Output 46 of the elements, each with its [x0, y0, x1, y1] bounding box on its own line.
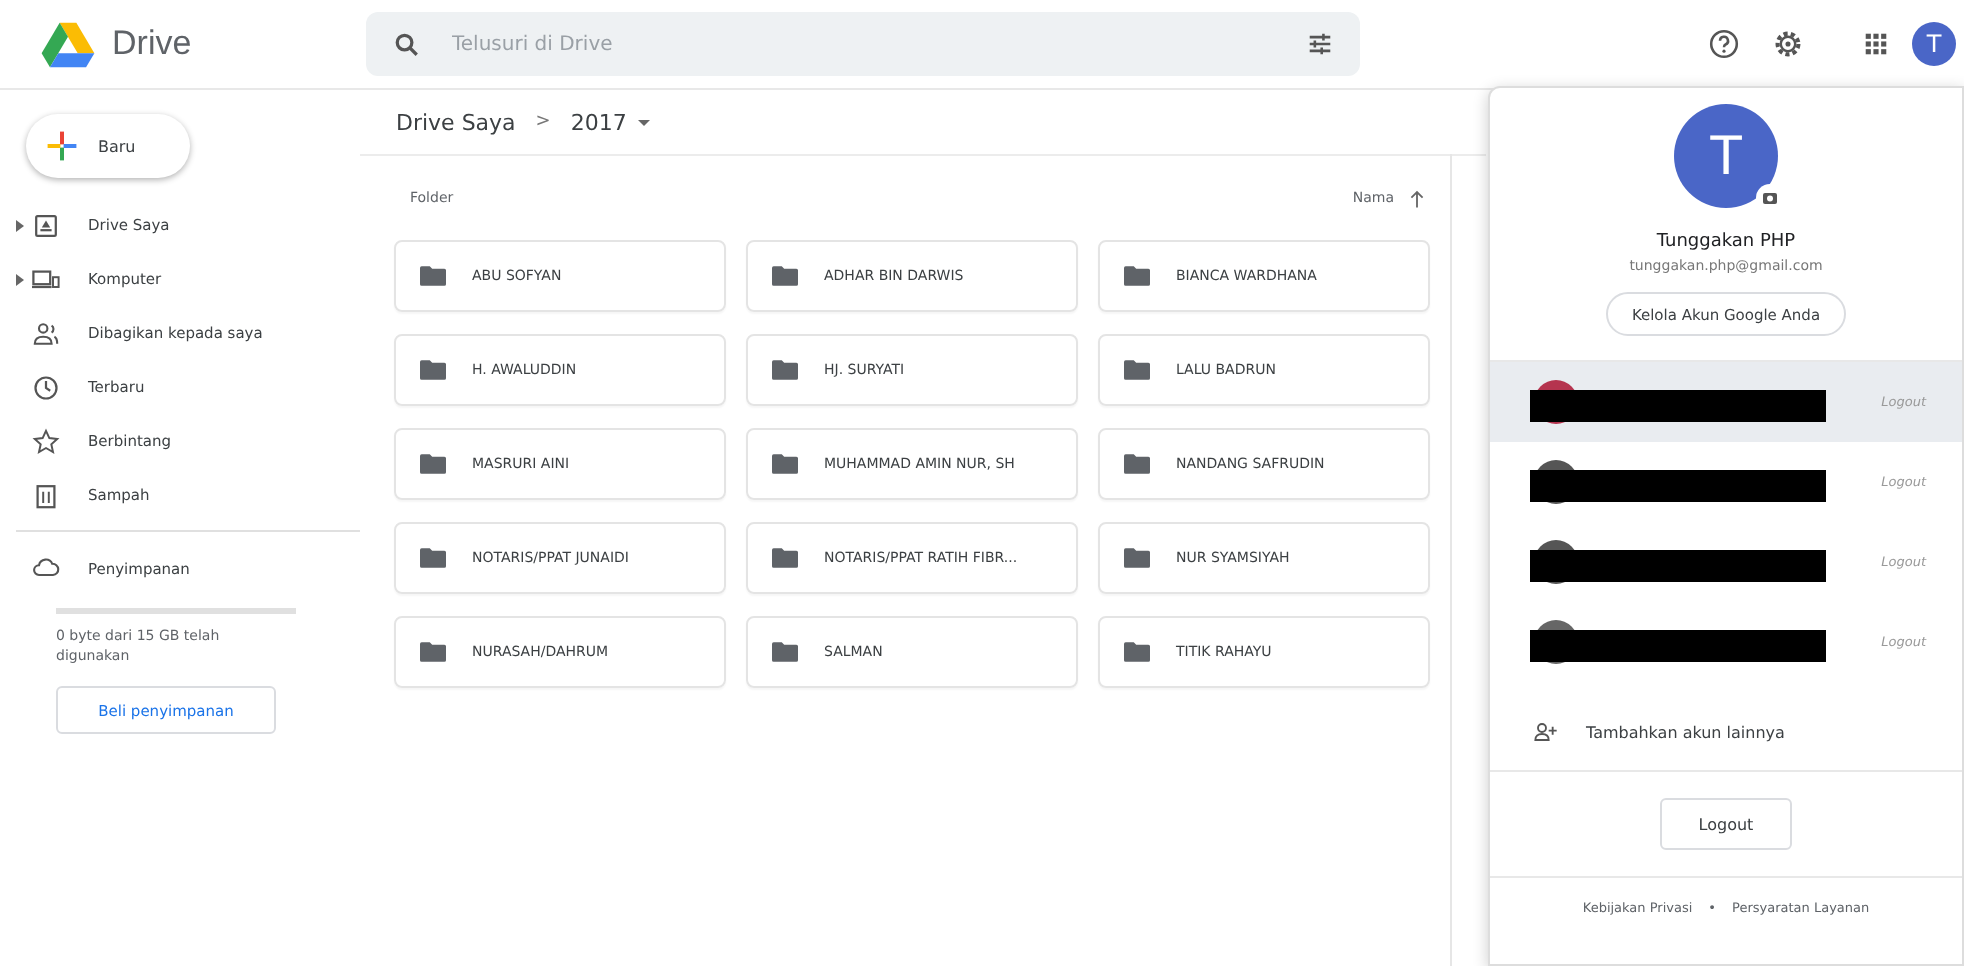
- breadcrumb-separator: >: [535, 112, 551, 132]
- people-icon: [32, 319, 60, 347]
- folder-icon: [1124, 360, 1150, 380]
- plus-icon: [46, 130, 78, 162]
- folder-icon: [420, 548, 446, 568]
- dropdown-caret-icon: [638, 119, 651, 125]
- up-arrow-icon: [1410, 189, 1424, 207]
- account-name: Tunggakan PHP: [1656, 232, 1796, 252]
- expand-arrow-icon[interactable]: [16, 219, 24, 231]
- drive-icon: [32, 211, 60, 239]
- folder-icon: [420, 266, 446, 286]
- star-icon: [32, 427, 60, 455]
- add-person-icon: [1534, 722, 1558, 742]
- folder-icon: [772, 454, 798, 474]
- folder-icon: [420, 454, 446, 474]
- profile-avatar: T: [1674, 104, 1778, 208]
- folder-icon: [420, 360, 446, 380]
- folder-icon: [1124, 548, 1150, 568]
- search-icon: [394, 31, 420, 57]
- drive-logo-icon: [40, 19, 96, 69]
- current-folder-menu[interactable]: 2017: [570, 109, 651, 135]
- help-icon[interactable]: [1708, 28, 1740, 60]
- folder-icon: [772, 360, 798, 380]
- app-name: Drive: [112, 24, 192, 64]
- search-input[interactable]: Telusuri di Drive: [448, 31, 1280, 57]
- folder-icon: [420, 642, 446, 662]
- folder-icon: [772, 548, 798, 568]
- add-account-item[interactable]: Tambahkan akun lainnya: [1490, 694, 1962, 770]
- expand-arrow-icon[interactable]: [16, 273, 24, 285]
- clock-icon: [32, 373, 60, 401]
- new-button[interactable]: Baru: [26, 114, 190, 178]
- trash-icon: [32, 481, 60, 509]
- cloud-icon: [32, 554, 60, 582]
- folder-icon: [1124, 642, 1150, 662]
- settings-icon[interactable]: [1772, 28, 1804, 60]
- folder-icon: [1124, 454, 1150, 474]
- apps-grid-icon[interactable]: [1864, 32, 1888, 56]
- folder-icon: [772, 642, 798, 662]
- filter-options-icon[interactable]: [1308, 32, 1332, 56]
- account-avatar[interactable]: T: [1912, 22, 1956, 66]
- search-field[interactable]: Telusuri di Drive: [366, 12, 1360, 76]
- breadcrumb-link[interactable]: Drive Saya: [396, 109, 516, 135]
- folder-icon: [772, 266, 798, 286]
- logout-button[interactable]: Logout: [1660, 798, 1792, 850]
- folder-icon: [1124, 266, 1150, 286]
- computer-icon: [32, 265, 60, 293]
